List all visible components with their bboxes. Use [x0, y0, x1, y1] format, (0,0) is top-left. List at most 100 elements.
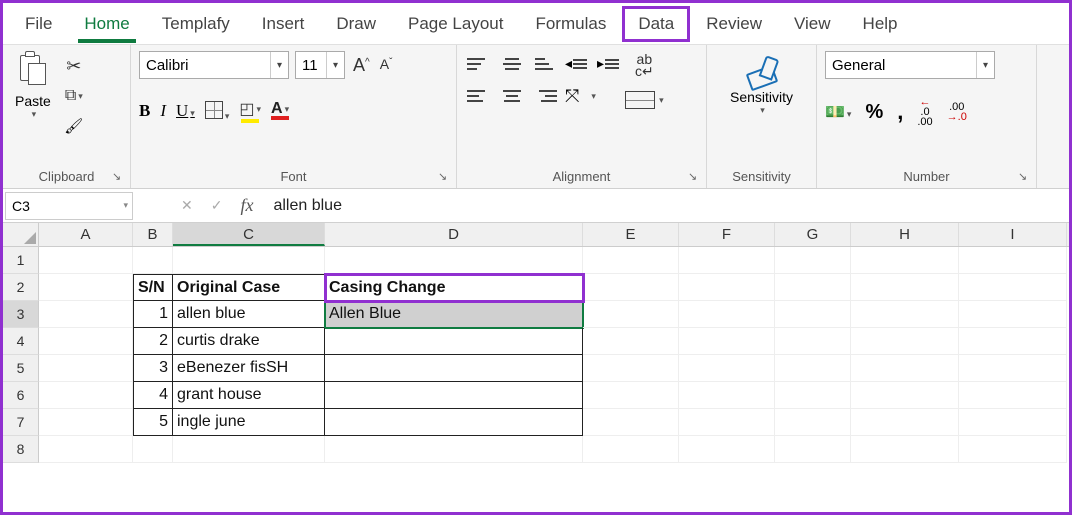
tab-data[interactable]: Data	[622, 6, 690, 42]
tab-insert[interactable]: Insert	[246, 6, 321, 42]
cell[interactable]: 3	[133, 355, 173, 382]
increase-indent-button[interactable]: ▸	[597, 55, 619, 72]
column-header[interactable]: I	[959, 223, 1067, 246]
merge-center-button[interactable]: ▾	[625, 91, 664, 109]
cell[interactable]	[325, 328, 583, 355]
tab-formulas[interactable]: Formulas	[519, 6, 622, 42]
cell[interactable]	[39, 247, 133, 274]
cell[interactable]	[851, 274, 959, 301]
align-left-button[interactable]	[465, 83, 491, 109]
number-format-input[interactable]	[826, 52, 976, 78]
row-header[interactable]: 5	[3, 355, 39, 382]
row-header[interactable]: 8	[3, 436, 39, 463]
cell[interactable]	[959, 328, 1067, 355]
cell[interactable]	[583, 274, 679, 301]
row-header[interactable]: 4	[3, 328, 39, 355]
tab-view[interactable]: View	[778, 6, 847, 42]
column-header[interactable]: H	[851, 223, 959, 246]
font-name-combo[interactable]: ▾	[139, 51, 289, 79]
cell[interactable]: curtis drake	[173, 328, 325, 355]
cell[interactable]	[325, 382, 583, 409]
cell[interactable]	[679, 355, 775, 382]
format-painter-button[interactable]	[61, 115, 87, 137]
tab-file[interactable]: File	[9, 6, 68, 42]
cell[interactable]	[583, 382, 679, 409]
percent-format-button[interactable]: %	[865, 101, 883, 124]
number-launcher[interactable]: ↘	[1018, 170, 1032, 184]
column-header[interactable]: F	[679, 223, 775, 246]
cell[interactable]	[775, 436, 851, 463]
cell[interactable]	[851, 409, 959, 436]
tab-review[interactable]: Review	[690, 6, 778, 42]
cell[interactable]	[959, 382, 1067, 409]
borders-button[interactable]: ▾	[205, 101, 230, 122]
cell[interactable]	[325, 247, 583, 274]
align-top-button[interactable]	[465, 51, 491, 77]
font-launcher[interactable]: ↘	[438, 170, 452, 184]
cell[interactable]	[959, 436, 1067, 463]
column-header[interactable]: E	[583, 223, 679, 246]
cell[interactable]	[959, 301, 1067, 328]
cell[interactable]	[775, 355, 851, 382]
cell[interactable]: 4	[133, 382, 173, 409]
cell[interactable]	[583, 328, 679, 355]
cell-selected[interactable]: Allen Blue	[325, 301, 583, 328]
align-center-button[interactable]	[499, 83, 525, 109]
cell[interactable]	[775, 409, 851, 436]
cell[interactable]	[583, 247, 679, 274]
cell[interactable]	[775, 274, 851, 301]
cancel-formula-button[interactable]: ✕	[181, 197, 193, 214]
cell[interactable]	[325, 409, 583, 436]
cell[interactable]	[851, 355, 959, 382]
cell[interactable]	[775, 328, 851, 355]
underline-button[interactable]: U▾	[176, 101, 195, 121]
accounting-format-button[interactable]: ▾	[825, 102, 851, 122]
cell[interactable]: 2	[133, 328, 173, 355]
cell[interactable]	[39, 274, 133, 301]
cell[interactable]	[775, 382, 851, 409]
increase-decimal-button[interactable]: ←.0.00	[917, 97, 932, 127]
cell[interactable]	[679, 436, 775, 463]
cut-button[interactable]	[61, 55, 87, 77]
paste-button[interactable]: Paste ▾	[11, 51, 55, 122]
column-header[interactable]: D	[325, 223, 583, 246]
row-header[interactable]: 1	[3, 247, 39, 274]
cell[interactable]	[39, 355, 133, 382]
tab-home[interactable]: Home	[68, 6, 145, 42]
row-header[interactable]: 7	[3, 409, 39, 436]
cell[interactable]	[39, 436, 133, 463]
insert-function-button[interactable]: fx	[240, 195, 253, 216]
fill-color-button[interactable]: ▾	[239, 99, 261, 123]
cell[interactable]	[39, 328, 133, 355]
row-header[interactable]: 2	[3, 274, 39, 301]
cell[interactable]	[851, 382, 959, 409]
comma-format-button[interactable]: ,	[897, 99, 903, 125]
cell[interactable]	[39, 301, 133, 328]
align-right-button[interactable]	[533, 83, 559, 109]
cell[interactable]: allen blue	[173, 301, 325, 328]
column-header[interactable]: G	[775, 223, 851, 246]
tab-templafy[interactable]: Templafy	[146, 6, 246, 42]
alignment-launcher[interactable]: ↘	[688, 170, 702, 184]
chevron-down-icon[interactable]: ▾	[32, 109, 37, 120]
tab-page-layout[interactable]: Page Layout	[392, 6, 519, 42]
row-header[interactable]: 6	[3, 382, 39, 409]
wrap-text-button[interactable]: abc↵	[625, 53, 664, 77]
cell[interactable]: Original Case	[173, 274, 325, 301]
cell[interactable]: S/N	[133, 274, 173, 301]
tab-help[interactable]: Help	[847, 6, 914, 42]
copy-button[interactable]: ⧉▾	[61, 85, 87, 107]
name-box[interactable]: C3▾	[5, 192, 133, 220]
cell[interactable]	[583, 301, 679, 328]
cell[interactable]: grant house	[173, 382, 325, 409]
cell[interactable]	[325, 436, 583, 463]
cell[interactable]	[959, 355, 1067, 382]
cell[interactable]	[851, 301, 959, 328]
cell[interactable]	[133, 247, 173, 274]
align-middle-button[interactable]	[499, 51, 525, 77]
cell[interactable]	[39, 409, 133, 436]
cell[interactable]	[959, 409, 1067, 436]
cell[interactable]: 5	[133, 409, 173, 436]
cell[interactable]	[173, 436, 325, 463]
cell[interactable]	[133, 436, 173, 463]
